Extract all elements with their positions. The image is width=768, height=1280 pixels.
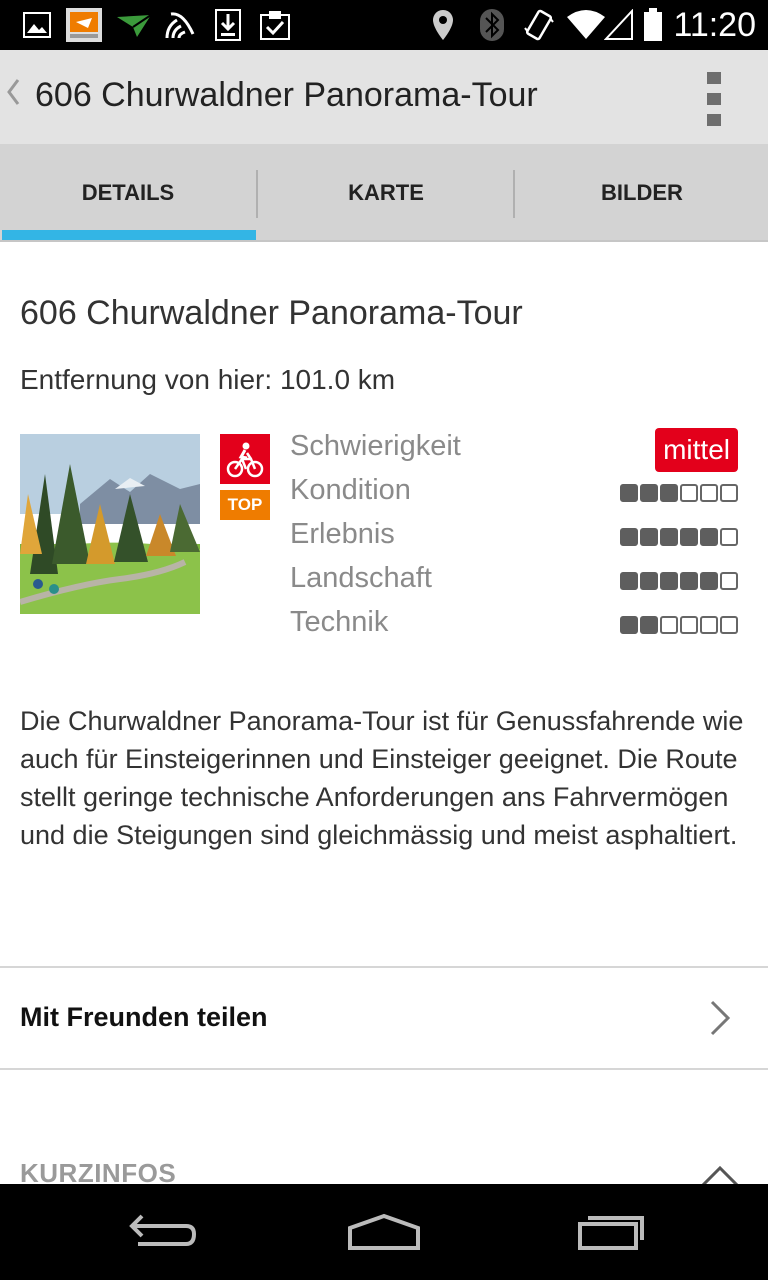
cell-signal-icon — [604, 8, 634, 42]
bluetooth-icon — [478, 8, 506, 42]
tab-karte[interactable]: KARTE — [258, 144, 514, 242]
tour-title: 606 Churwaldner Panorama-Tour — [20, 294, 523, 332]
system-nav-bar — [0, 1184, 768, 1280]
signal-arrow-icon — [114, 8, 154, 42]
chevron-up-icon[interactable] — [700, 1164, 740, 1184]
nfc-icon — [162, 8, 198, 42]
tab-bilder[interactable]: BILDER — [514, 144, 768, 242]
wifi-icon — [566, 8, 606, 42]
recent-apps-icon[interactable] — [570, 1208, 650, 1256]
rating-dot-empty — [680, 484, 698, 502]
more-vert-icon[interactable] — [702, 72, 726, 126]
rating-label-technik: Technik — [290, 606, 389, 638]
rating-dot-filled — [640, 484, 658, 502]
top-badge: TOP — [220, 490, 270, 520]
clock: 11:20 — [673, 6, 756, 44]
rating-dot-empty — [720, 572, 738, 590]
rating-dot-filled — [620, 528, 638, 546]
image-icon — [20, 8, 54, 42]
rating-label-landschaft: Landschaft — [290, 562, 432, 594]
clipboard-check-icon — [258, 8, 292, 42]
tab-details[interactable]: DETAILS — [0, 144, 256, 242]
rating-dot-empty — [720, 528, 738, 546]
rating-label-kondition: Kondition — [290, 474, 411, 506]
app-title[interactable]: 606 Churwaldner Panorama-Tour — [35, 76, 538, 115]
app-notification-icon — [66, 8, 102, 42]
rating-dot-empty — [700, 616, 718, 634]
rating-dots-erlebnis — [620, 528, 738, 546]
chevron-left-icon[interactable] — [6, 78, 20, 114]
rating-dot-empty — [700, 484, 718, 502]
rating-dot-filled — [660, 484, 678, 502]
rating-label-erlebnis: Erlebnis — [290, 518, 395, 550]
distance-text: Entfernung von hier: 101.0 km — [20, 364, 396, 395]
rating-dot-empty — [660, 616, 678, 634]
tab-label: KARTE — [348, 180, 424, 205]
tour-thumbnail[interactable] — [20, 434, 200, 614]
rating-dot-empty — [720, 484, 738, 502]
rating-dot-filled — [620, 616, 638, 634]
rating-dot-filled — [680, 528, 698, 546]
rating-dot-filled — [640, 616, 658, 634]
home-icon[interactable] — [344, 1208, 424, 1256]
status-bar: 11:20 — [0, 0, 768, 50]
tab-label: DETAILS — [81, 180, 175, 205]
rating-dot-filled — [620, 484, 638, 502]
share-label: Mit Freunden teilen — [20, 1002, 268, 1032]
tour-description: Die Churwaldner Panorama-Tour ist für Ge… — [20, 706, 744, 850]
rating-dot-filled — [640, 528, 658, 546]
rating-dot-filled — [700, 572, 718, 590]
rating-dot-filled — [680, 572, 698, 590]
rating-dot-empty — [720, 616, 738, 634]
mountain-bike-icon — [220, 434, 270, 484]
tab-label: BILDER — [601, 180, 683, 205]
rating-dot-filled — [620, 572, 638, 590]
details-content[interactable]: 606 Churwaldner Panorama-Tour Entfernung… — [0, 244, 768, 1184]
rating-dots-landschaft — [620, 572, 738, 590]
back-icon[interactable] — [120, 1208, 200, 1256]
chevron-right-icon — [708, 998, 732, 1038]
difficulty-label: Schwierigkeit — [290, 430, 461, 462]
rating-dots-technik — [620, 616, 738, 634]
download-icon — [214, 8, 242, 42]
rating-dot-filled — [640, 572, 658, 590]
tab-selected-indicator — [2, 230, 256, 240]
location-icon — [430, 8, 456, 42]
rating-dots-kondition — [620, 484, 738, 502]
tab-bar: DETAILS KARTE BILDER — [0, 144, 768, 242]
rating-dot-filled — [700, 528, 718, 546]
rating-dot-empty — [680, 616, 698, 634]
rating-dot-filled — [660, 572, 678, 590]
action-bar: 606 Churwaldner Panorama-Tour — [0, 50, 768, 144]
share-with-friends-row[interactable]: Mit Freunden teilen — [0, 966, 768, 1070]
difficulty-value-badge: mittel — [655, 428, 738, 472]
rating-dot-filled — [660, 528, 678, 546]
vibrate-icon — [522, 8, 556, 42]
battery-icon — [642, 8, 664, 42]
kurzinfos-header[interactable]: KURZINFOS — [20, 1158, 176, 1184]
